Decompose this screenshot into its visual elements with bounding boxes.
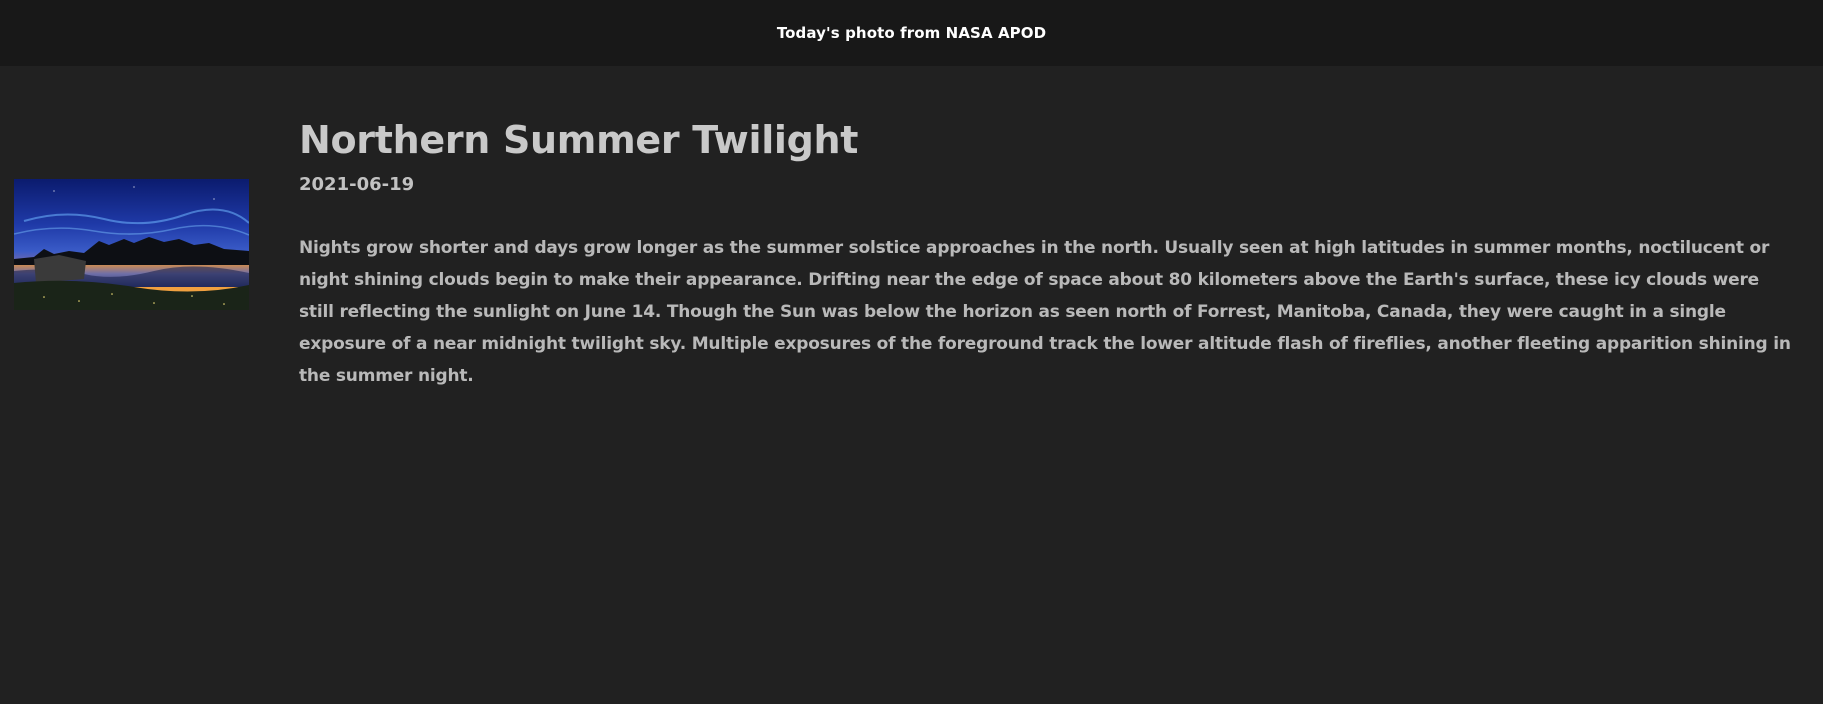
page-header: Today's photo from NASA APOD [0,0,1823,66]
apod-explanation: Nights grow shorter and days grow longer… [299,238,1791,386]
header-title: Today's photo from NASA APOD [776,24,1047,42]
twilight-landscape-image [14,179,249,310]
apod-title: Northern Summer Twilight [299,118,859,162]
apod-image[interactable] [14,179,249,310]
apod-date: 2021-06-19 [299,174,415,195]
apod-content: Northern Summer Twilight 2021-06-19 Nigh… [299,110,1799,392]
